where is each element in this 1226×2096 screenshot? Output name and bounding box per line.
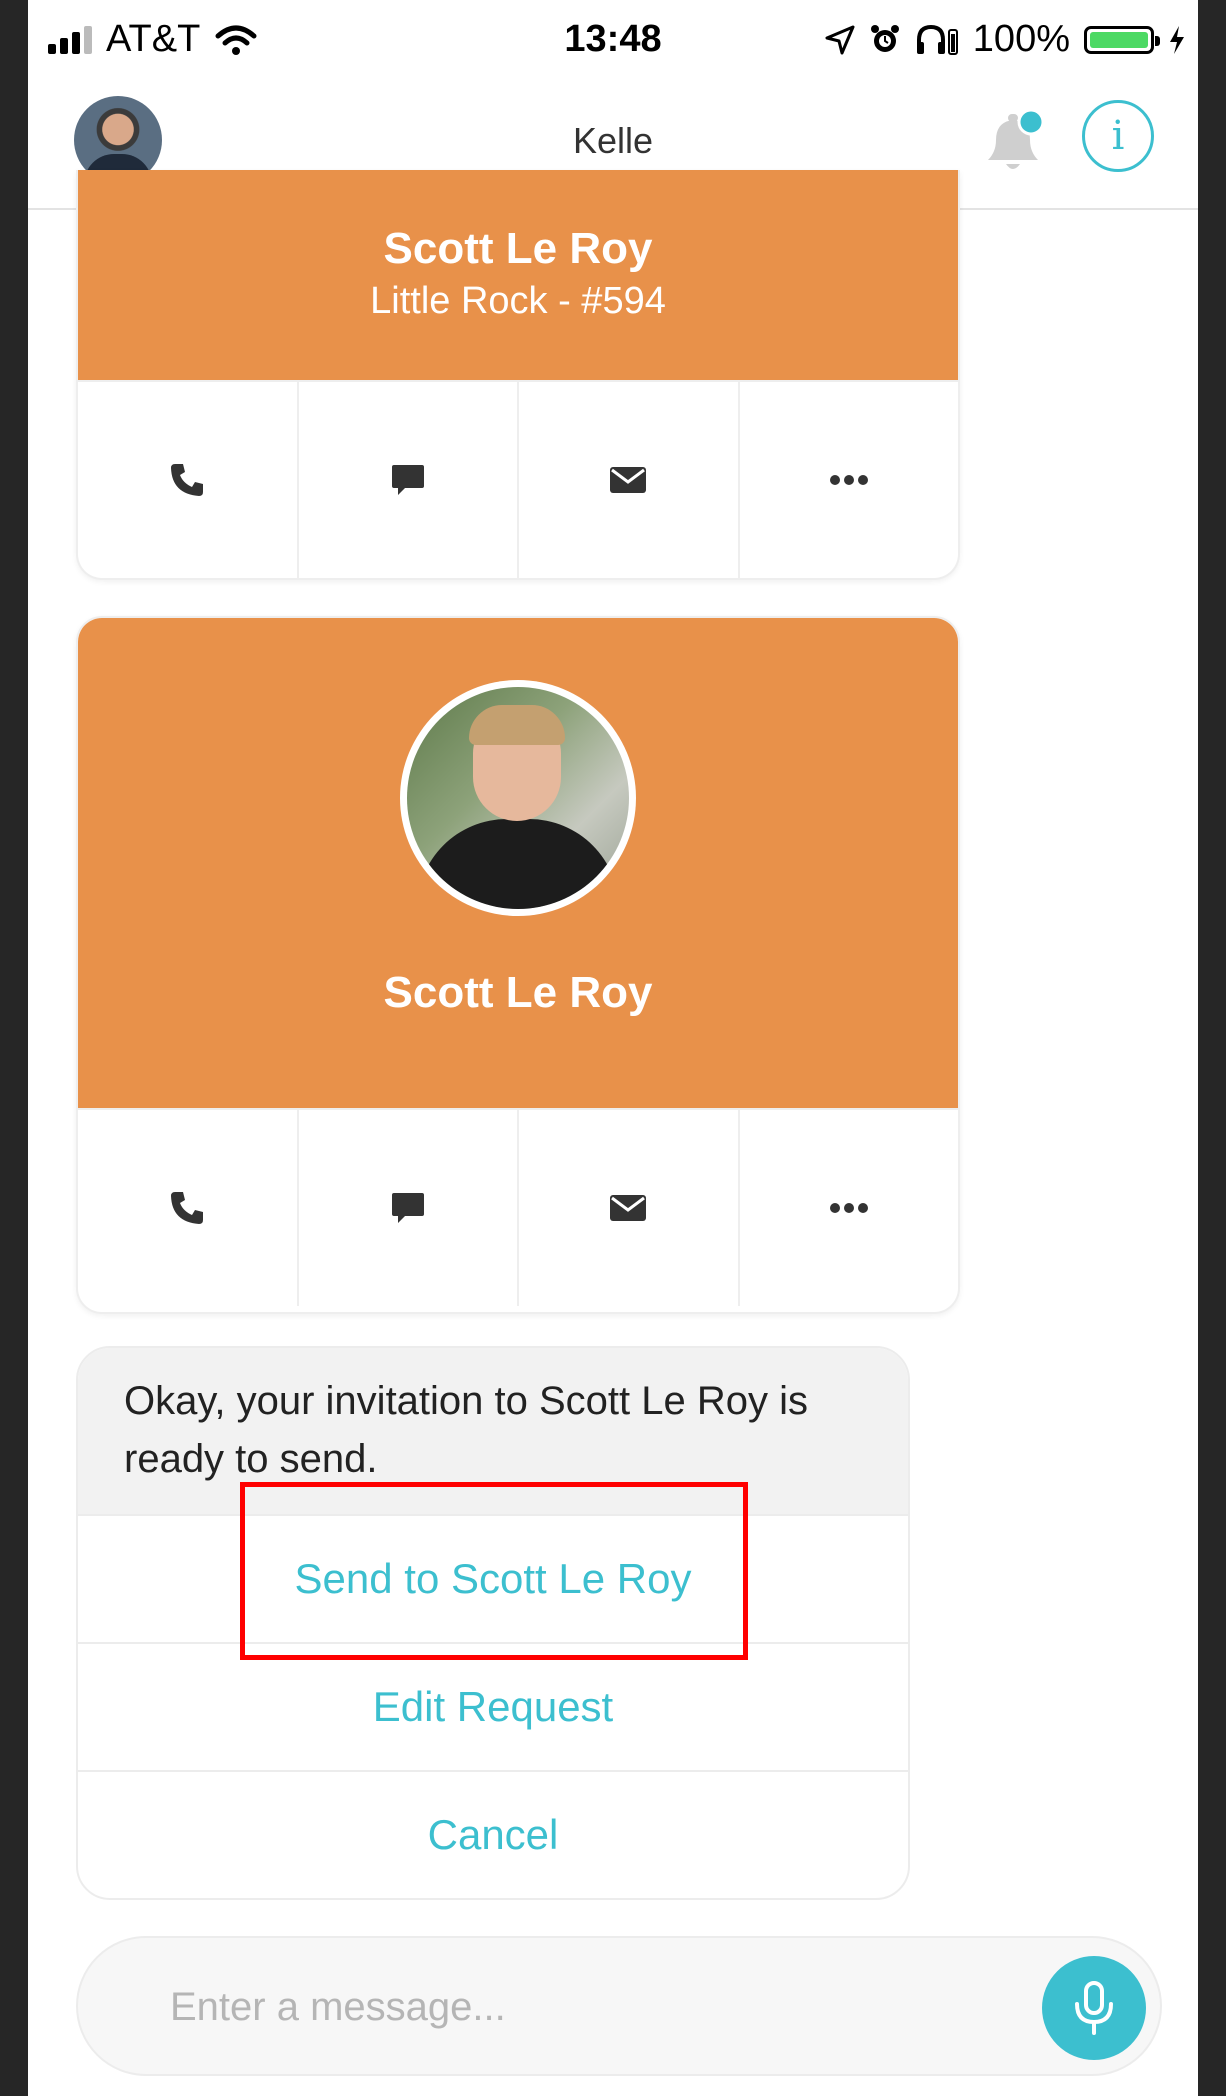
edit-request-button[interactable]: Edit Request: [78, 1642, 908, 1770]
contact-card-1: Scott Le Roy Little Rock - #594: [76, 170, 960, 580]
mail-icon: [610, 1195, 647, 1221]
message-input[interactable]: [168, 1968, 992, 2046]
chat-icon: [391, 1193, 424, 1223]
email-button[interactable]: [519, 1110, 740, 1306]
more-button[interactable]: [740, 382, 959, 578]
call-button[interactable]: [78, 1110, 299, 1306]
message-composer: [76, 1936, 1162, 2076]
contact-location: Little Rock - #594: [370, 280, 666, 322]
contact-card-1-header: Scott Le Roy Little Rock - #594: [78, 170, 958, 380]
battery-icon: [1084, 25, 1160, 54]
cancel-button[interactable]: Cancel: [78, 1770, 908, 1898]
contact-photo: [400, 680, 636, 916]
more-button[interactable]: [740, 1110, 959, 1306]
contact-card-2-actions: [78, 1108, 958, 1306]
more-icon: [829, 475, 868, 485]
chat-icon: [391, 465, 424, 495]
info-button[interactable]: i: [1082, 100, 1154, 172]
more-icon: [829, 1203, 868, 1213]
status-right: 100%: [825, 18, 1186, 61]
contact-card-2-header: Scott Le Roy: [78, 618, 958, 1108]
message-button[interactable]: [299, 382, 519, 578]
battery-percent: 100%: [972, 18, 1070, 60]
headphones-battery-icon: [916, 24, 958, 55]
highlight-box: [240, 1482, 748, 1660]
location-arrow-icon: [825, 25, 855, 54]
contact-card-2: Scott Le Roy: [76, 616, 960, 1314]
phone-icon: [171, 464, 204, 496]
bell-icon: [988, 108, 1045, 169]
contact-name: Scott Le Roy: [383, 968, 653, 1017]
contact-name: Scott Le Roy: [383, 224, 653, 273]
alarm-icon: [870, 24, 899, 52]
phone-icon: [171, 1192, 204, 1224]
phone-screen: AT&T 13:48 100% Kelle i Scott Le Roy Lit…: [28, 0, 1198, 2096]
voice-input-button[interactable]: [1042, 1956, 1146, 2060]
contact-card-1-actions: [78, 380, 958, 578]
message-button[interactable]: [299, 1110, 519, 1306]
mail-icon: [610, 467, 647, 493]
call-button[interactable]: [78, 382, 299, 578]
battery-fill: [1090, 31, 1148, 48]
charging-bolt-icon: [1170, 25, 1184, 54]
notifications-button[interactable]: [978, 108, 1048, 178]
email-button[interactable]: [519, 382, 740, 578]
microphone-icon: [1075, 1981, 1113, 2035]
status-bar: AT&T 13:48 100%: [28, 0, 1198, 84]
